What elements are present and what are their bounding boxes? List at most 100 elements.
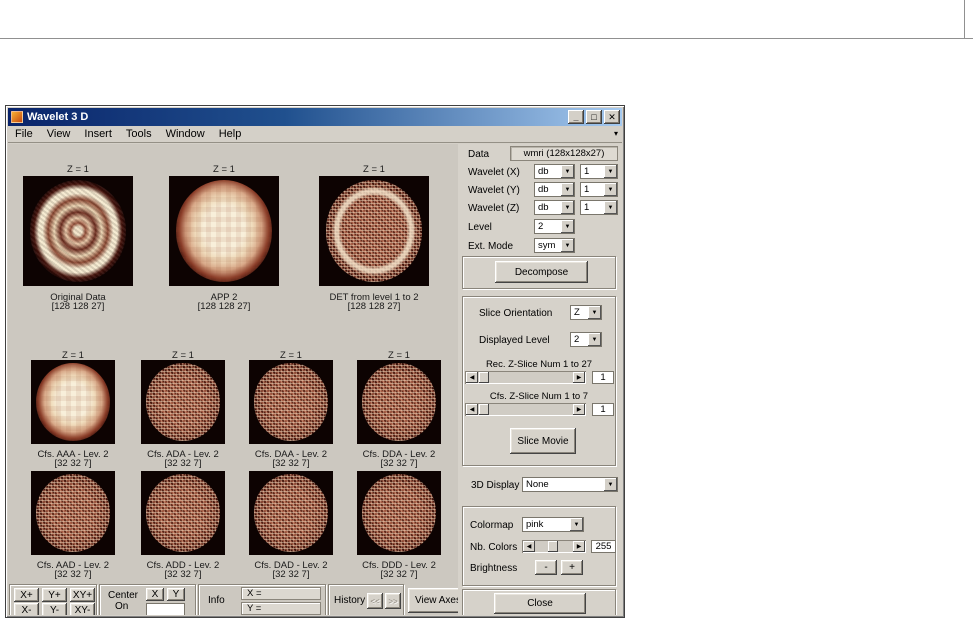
nb-colors-input[interactable]: 255 bbox=[591, 540, 616, 553]
chevron-down-icon[interactable]: ▼ bbox=[604, 478, 617, 491]
brain-slice bbox=[29, 180, 127, 282]
decompose-button[interactable]: Decompose bbox=[495, 261, 588, 283]
arrow-right-icon[interactable]: ▶ bbox=[573, 404, 585, 415]
chevron-down-icon[interactable]: ▼ bbox=[604, 165, 617, 178]
button-label: View Axes bbox=[415, 595, 461, 606]
brightness-minus-button[interactable]: - bbox=[535, 560, 557, 575]
nb-colors-slider-thumb[interactable] bbox=[548, 541, 558, 552]
image-dims: [128 128 27] bbox=[51, 301, 105, 312]
nb-colors-slider[interactable]: ◀ ▶ bbox=[522, 540, 586, 553]
center-x-button[interactable]: X bbox=[146, 588, 164, 601]
wavelet-x-family-select[interactable]: db ▼ bbox=[534, 164, 575, 179]
window-title: Wavelet 3 D bbox=[27, 111, 89, 123]
chevron-down-icon[interactable]: ▼ bbox=[561, 201, 574, 214]
image-app-2 bbox=[169, 176, 279, 286]
chevron-down-icon[interactable]: ▼ bbox=[604, 183, 617, 196]
level-label: Level bbox=[468, 222, 492, 233]
rec-slice-slider-thumb[interactable] bbox=[479, 372, 489, 383]
chevron-down-icon[interactable]: ▼ bbox=[588, 333, 601, 346]
menu-insert[interactable]: Insert bbox=[77, 127, 119, 141]
wavelet-z-number-select[interactable]: 1 ▼ bbox=[580, 200, 618, 215]
button-label: Slice Movie bbox=[517, 435, 569, 447]
zoom-xy-minus-button[interactable]: XY- bbox=[70, 603, 95, 615]
dock-arrow-icon[interactable]: ▾ bbox=[614, 130, 618, 138]
wavelet-y-label: Wavelet (Y) bbox=[468, 185, 520, 196]
combo-value: pink bbox=[526, 519, 544, 530]
combo-value: db bbox=[538, 184, 549, 195]
combo-value: Z bbox=[574, 307, 580, 318]
cfs-slice-slider-label: Cfs. Z-Slice Num 1 to 7 bbox=[489, 391, 589, 402]
info-y-value: Y = bbox=[241, 602, 321, 615]
menu-window[interactable]: Window bbox=[159, 127, 212, 141]
history-prev-button[interactable]: << bbox=[367, 593, 383, 609]
center-y-button[interactable]: Y bbox=[167, 588, 185, 601]
menu-tools[interactable]: Tools bbox=[119, 127, 159, 141]
arrow-left-icon[interactable]: ◀ bbox=[523, 541, 535, 552]
rec-slice-input[interactable]: 1 bbox=[592, 371, 614, 384]
wavelet-y-number-select[interactable]: 1 ▼ bbox=[580, 182, 618, 197]
brain-slice bbox=[362, 474, 436, 552]
rec-slice-slider[interactable]: ◀ ▶ bbox=[465, 371, 586, 384]
wavelet-z-family-select[interactable]: db ▼ bbox=[534, 200, 575, 215]
arrow-right-icon[interactable]: ▶ bbox=[573, 372, 585, 383]
cfs-slice-slider-thumb[interactable] bbox=[479, 404, 489, 415]
chevron-down-icon[interactable]: ▼ bbox=[561, 165, 574, 178]
menu-file[interactable]: File bbox=[8, 127, 40, 141]
center-on-input[interactable] bbox=[146, 603, 185, 615]
brightness-label: Brightness bbox=[470, 563, 518, 574]
arrow-left-icon[interactable]: ◀ bbox=[466, 372, 478, 383]
3d-display-label: 3D Display bbox=[471, 480, 520, 491]
ext-mode-select[interactable]: sym ▼ bbox=[534, 238, 575, 253]
chevron-down-icon[interactable]: ▼ bbox=[588, 306, 601, 319]
arrow-left-icon[interactable]: ◀ bbox=[466, 404, 478, 415]
combo-value: 2 bbox=[538, 221, 544, 232]
close-window-button[interactable]: ✕ bbox=[604, 110, 620, 124]
close-icon: ✕ bbox=[608, 111, 616, 122]
displayed-level-select[interactable]: 2 ▼ bbox=[570, 332, 602, 347]
image-cfs-ada bbox=[141, 360, 225, 444]
title-bar[interactable]: Wavelet 3 D _ □ ✕ bbox=[8, 108, 622, 126]
slice-z-label: Z = 1 bbox=[213, 164, 235, 175]
wavelet-x-number-select[interactable]: 1 ▼ bbox=[580, 164, 618, 179]
image-det-level-1-2 bbox=[319, 176, 429, 286]
arrow-right-icon[interactable]: ▶ bbox=[573, 541, 585, 552]
menu-help[interactable]: Help bbox=[212, 127, 249, 141]
slice-movie-button[interactable]: Slice Movie bbox=[510, 428, 576, 454]
combo-value: db bbox=[538, 166, 549, 177]
close-button[interactable]: Close bbox=[494, 593, 586, 614]
menu-view[interactable]: View bbox=[40, 127, 78, 141]
colormap-select[interactable]: pink ▼ bbox=[522, 517, 584, 532]
zoom-xy-plus-button[interactable]: XY+ bbox=[70, 588, 95, 602]
chevron-down-icon[interactable]: ▼ bbox=[561, 239, 574, 252]
chevron-down-icon[interactable]: ▼ bbox=[604, 201, 617, 214]
rec-slice-slider-label: Rec. Z-Slice Num 1 to 27 bbox=[485, 359, 593, 370]
cfs-slice-input[interactable]: 1 bbox=[592, 403, 614, 416]
chevron-down-icon[interactable]: ▼ bbox=[561, 183, 574, 196]
history-next-button[interactable]: >> bbox=[385, 593, 401, 609]
zoom-x-minus-button[interactable]: X- bbox=[14, 603, 39, 615]
zoom-y-minus-button[interactable]: Y- bbox=[42, 603, 67, 615]
chevron-down-icon[interactable]: ▼ bbox=[570, 518, 583, 531]
combo-value: None bbox=[526, 479, 549, 490]
menu-bar: File View Insert Tools Window Help ▾ bbox=[8, 126, 622, 143]
brightness-plus-button[interactable]: + bbox=[561, 560, 583, 575]
data-value: wmri (128x128x27) bbox=[510, 146, 618, 161]
minimize-button[interactable]: _ bbox=[568, 110, 584, 124]
3d-display-select[interactable]: None ▼ bbox=[522, 477, 618, 492]
wavelet-y-family-select[interactable]: db ▼ bbox=[534, 182, 575, 197]
data-label: Data bbox=[468, 149, 490, 160]
maximize-button[interactable]: □ bbox=[586, 110, 602, 124]
image-dims: [32 32 7] bbox=[380, 569, 418, 580]
zoom-x-plus-button[interactable]: X+ bbox=[14, 588, 39, 602]
history-group: History << >> bbox=[328, 584, 404, 615]
brain-slice bbox=[146, 363, 220, 441]
combo-value: 1 bbox=[584, 166, 590, 177]
button-label: + bbox=[569, 562, 575, 573]
level-select[interactable]: 2 ▼ bbox=[534, 219, 575, 234]
slice-orientation-select[interactable]: Z ▼ bbox=[570, 305, 602, 320]
cfs-slice-slider[interactable]: ◀ ▶ bbox=[465, 403, 586, 416]
button-label: XY- bbox=[74, 604, 91, 616]
zoom-y-plus-button[interactable]: Y+ bbox=[42, 588, 67, 602]
button-label: Y bbox=[172, 589, 180, 600]
chevron-down-icon[interactable]: ▼ bbox=[561, 220, 574, 233]
